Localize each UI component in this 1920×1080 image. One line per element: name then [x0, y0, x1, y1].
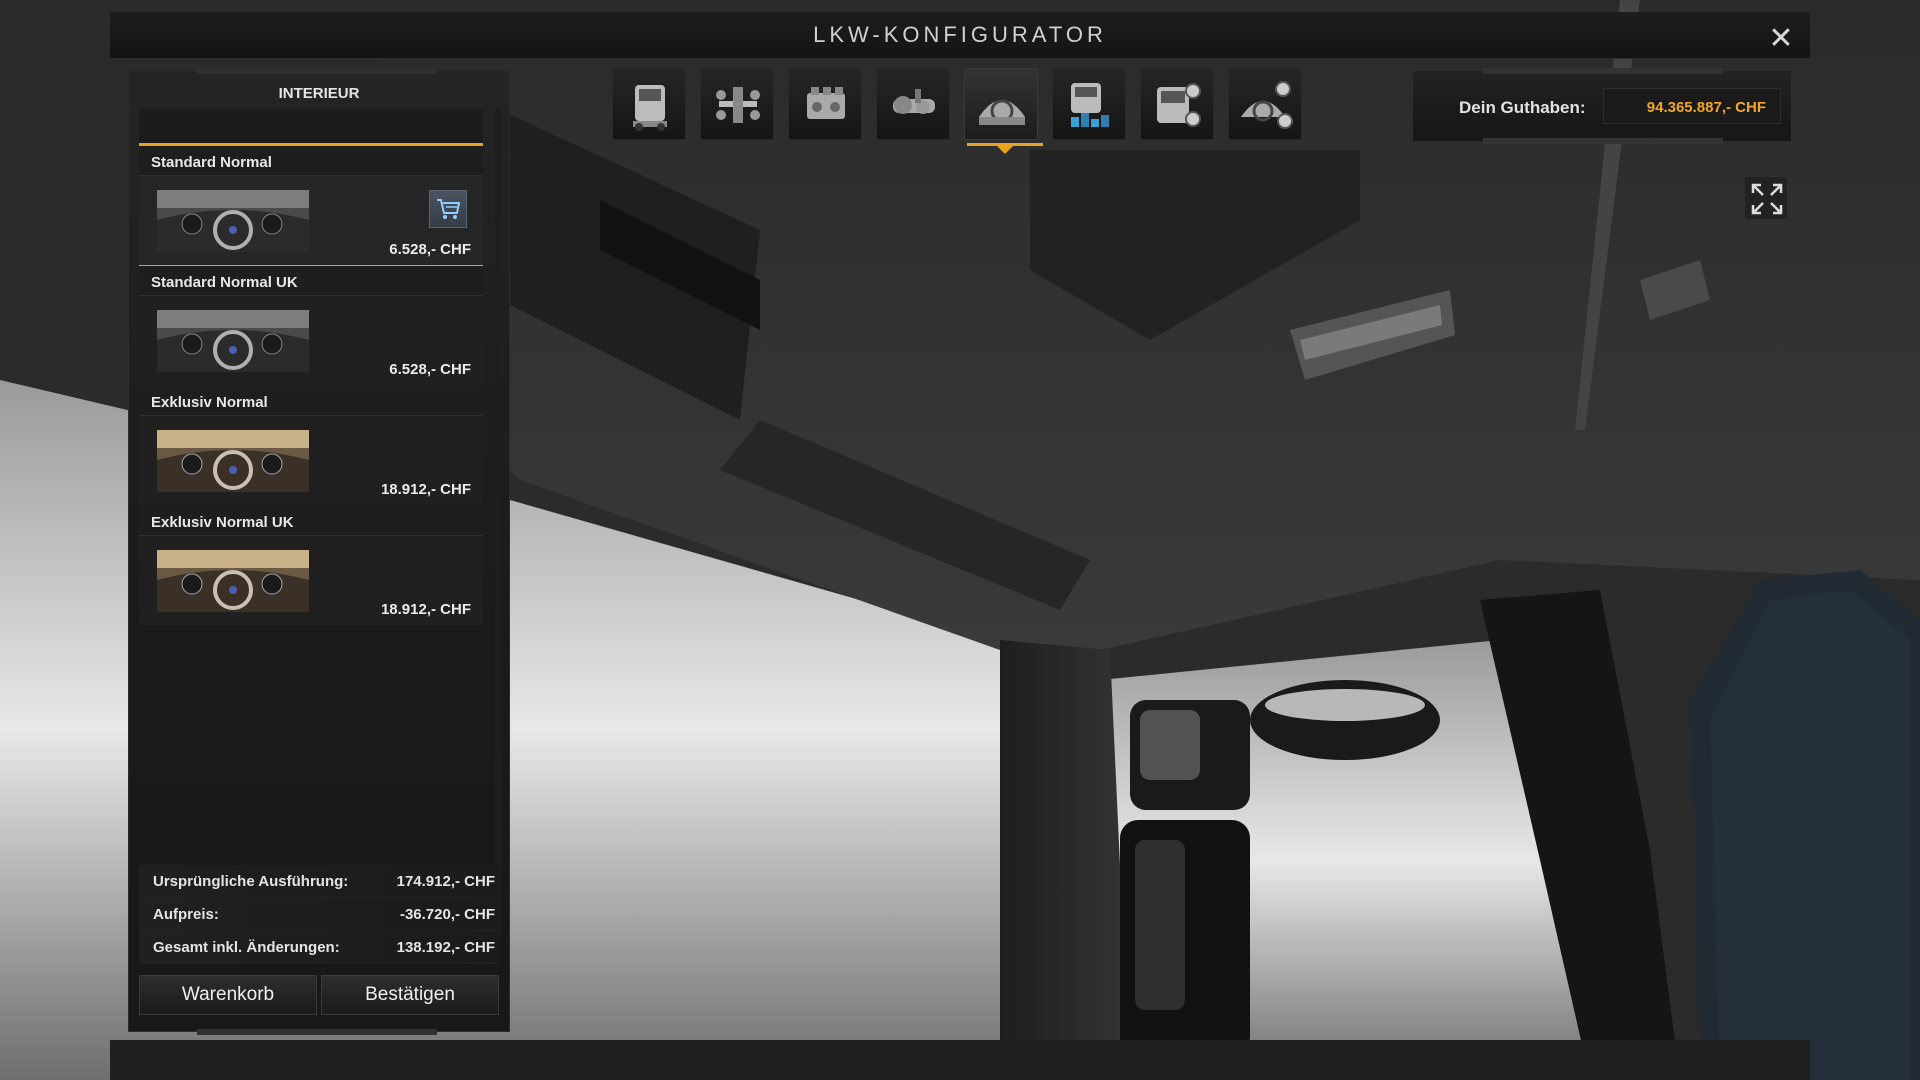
option-name: Standard Normal: [139, 146, 483, 176]
option-name: Standard Normal UK: [139, 266, 483, 296]
paint-icon: [1071, 83, 1109, 127]
category-cab-accessories[interactable]: [1140, 68, 1214, 140]
list-item[interactable]: Standard Normal 6.528,- CHF: [139, 146, 483, 266]
interior-thumbnail: [157, 430, 309, 492]
summary-row-total: Gesamt inkl. Änderungen: 138.192,- CHF: [139, 931, 499, 964]
original-price-label: Ursprüngliche Ausführung:: [153, 873, 349, 890]
interior-thumbnail: [157, 190, 309, 252]
price-summary: Ursprüngliche Ausführung: 174.912,- CHF …: [139, 865, 499, 964]
cab-accessories-icon: [1157, 83, 1201, 127]
interior-panel: INTERIEUR Standard Normal 6.528,- CHF St…: [128, 68, 510, 1035]
close-icon: ✕: [1768, 22, 1794, 55]
category-chassis[interactable]: [700, 68, 774, 140]
list-item[interactable]: Exklusiv Normal UK 18.912,- CHF: [139, 506, 483, 626]
cart-button[interactable]: Warenkorb: [139, 975, 317, 1015]
balance-panel: Dein Guthaben: 94.365.887,- CHF: [1412, 68, 1792, 144]
option-name: Exklusiv Normal UK: [139, 506, 483, 536]
interior-accessories-icon: [1241, 81, 1293, 129]
interior-option-list: Standard Normal 6.528,- CHF Standard Nor…: [139, 109, 483, 626]
option-price: 6.528,- CHF: [389, 361, 471, 378]
truck-cab-icon: [633, 85, 667, 131]
chassis-icon: [716, 87, 760, 123]
balance-label: Dein Guthaben:: [1459, 98, 1586, 117]
category-interior[interactable]: [964, 68, 1038, 140]
fullscreen-button[interactable]: [1744, 176, 1788, 220]
active-category-caret: [997, 146, 1013, 154]
summary-row-surcharge: Aufpreis: -36.720,- CHF: [139, 898, 499, 931]
interior-thumbnail: [157, 310, 309, 372]
fullscreen-icon: [1751, 183, 1783, 215]
interior-thumbnail: [157, 550, 309, 612]
surcharge-value: -36.720,- CHF: [399, 906, 495, 923]
category-paint[interactable]: [1052, 68, 1126, 140]
interior-icon: [979, 99, 1025, 125]
option-price: 18.912,- CHF: [380, 601, 471, 618]
transmission-icon: [893, 89, 935, 114]
panel-title: INTERIEUR: [278, 85, 360, 102]
confirm-button[interactable]: Bestätigen: [321, 975, 499, 1015]
summary-row-original: Ursprüngliche Ausführung: 174.912,- CHF: [139, 865, 499, 898]
category-engine[interactable]: [788, 68, 862, 140]
category-interior-accessories[interactable]: [1228, 68, 1302, 140]
category-transmission[interactable]: [876, 68, 950, 140]
total-value: 138.192,- CHF: [396, 939, 495, 956]
in-cart-icon: [429, 190, 467, 228]
close-button[interactable]: ✕: [1766, 24, 1796, 54]
original-price-value: 174.912,- CHF: [396, 873, 495, 890]
option-price: 18.912,- CHF: [380, 481, 471, 498]
category-truck-cab[interactable]: [612, 68, 686, 140]
balance-value: 94.365.887,- CHF: [1603, 88, 1781, 124]
option-price: 6.528,- CHF: [389, 241, 471, 258]
list-item[interactable]: Standard Normal UK 6.528,- CHF: [139, 266, 483, 386]
list-item[interactable]: Exklusiv Normal 18.912,- CHF: [139, 386, 483, 506]
total-label: Gesamt inkl. Änderungen:: [153, 939, 340, 956]
list-scrollbar[interactable]: [495, 109, 501, 939]
page-title: LKW-KONFIGURATOR: [813, 22, 1107, 47]
option-name: Exklusiv Normal: [139, 386, 483, 416]
surcharge-label: Aufpreis:: [153, 906, 219, 923]
engine-icon: [807, 87, 845, 119]
